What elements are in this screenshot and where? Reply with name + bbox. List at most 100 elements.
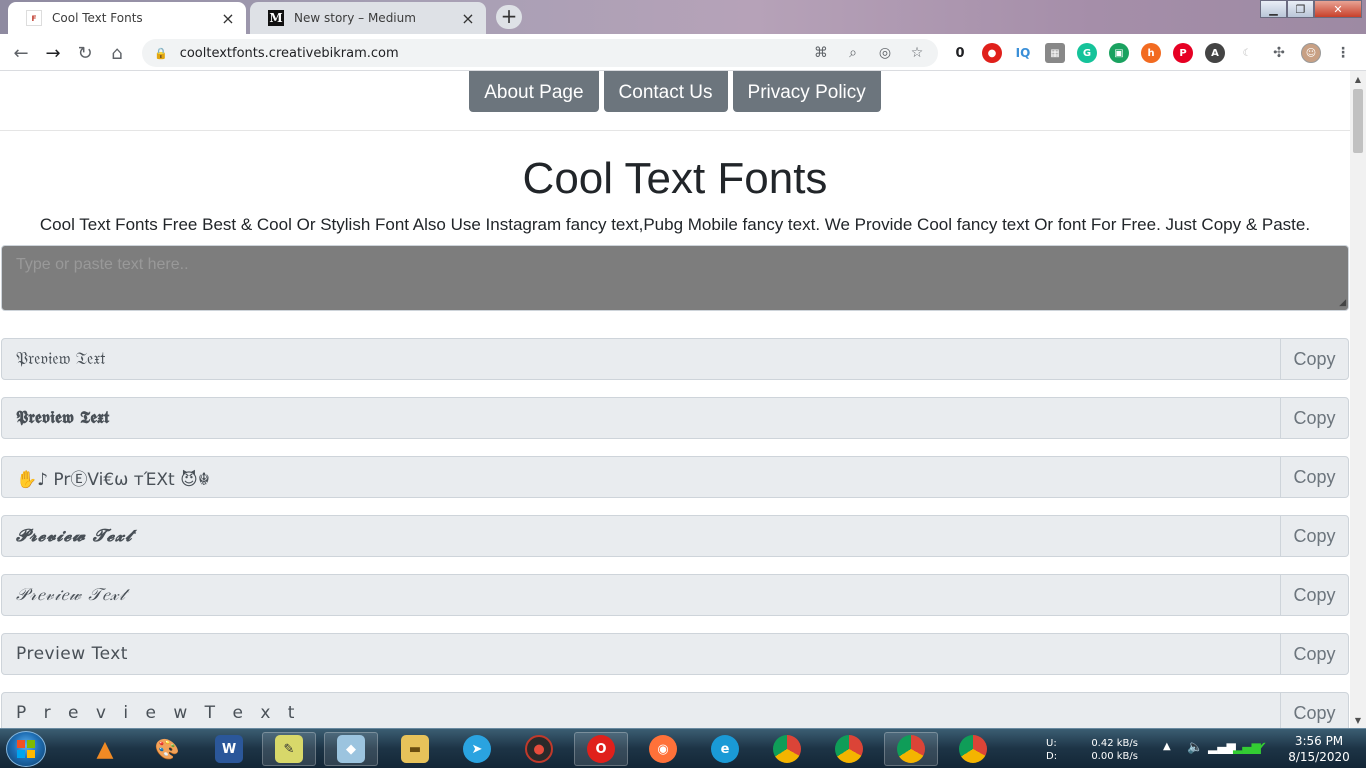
cool-fonts-favicon-icon: ꜰ bbox=[26, 10, 42, 26]
page-scrollbar[interactable]: ▲ ▼ bbox=[1350, 71, 1366, 728]
word-taskbar-icon[interactable]: W bbox=[202, 732, 256, 766]
profile-avatar[interactable]: ☺ bbox=[1301, 43, 1321, 63]
preview-text: P r e v i e w T e x t bbox=[16, 703, 301, 723]
extensions-puzzle-icon[interactable]: ✣ bbox=[1269, 43, 1289, 63]
copy-button[interactable]: Copy bbox=[1280, 634, 1348, 674]
eye-off-icon[interactable]: ◎ bbox=[874, 42, 896, 64]
net-up-value: 0.42 kB/s bbox=[1091, 738, 1138, 749]
page-title: Cool Text Fonts bbox=[522, 154, 828, 203]
scroll-up-arrow-icon[interactable]: ▲ bbox=[1350, 71, 1366, 87]
page-subtitle: Cool Text Fonts Free Best & Cool Or Styl… bbox=[39, 215, 1311, 234]
word-icon: W bbox=[215, 735, 243, 763]
scroll-down-arrow-icon[interactable]: ▼ bbox=[1350, 712, 1366, 728]
preview-text: ✋♪ PrⒺVi€ω тΈXt 😈☬ bbox=[16, 469, 210, 490]
app-taskbar-icon[interactable]: ◆ bbox=[324, 732, 378, 766]
net-speed-values: 0.42 kB/s 0.00 kB/s bbox=[1088, 737, 1138, 777]
copy-button[interactable]: Copy bbox=[1280, 575, 1348, 615]
chrome-profile-1-taskbar-icon[interactable] bbox=[760, 732, 814, 766]
reload-icon[interactable]: ↻ bbox=[72, 40, 98, 66]
shopping-extension-icon[interactable]: ▣ bbox=[1109, 43, 1129, 63]
tray-expand-icon[interactable]: ▲ bbox=[1163, 741, 1171, 781]
tab-close-icon[interactable]: × bbox=[220, 9, 236, 28]
vlc-taskbar-icon[interactable]: ▲ bbox=[78, 732, 132, 766]
preview-text: 𝔓𝔯𝔢𝔳𝔦𝔢𝔴 𝔗𝔢𝔵𝔱 bbox=[16, 349, 106, 369]
preview-text: Preview Text bbox=[16, 644, 128, 664]
edge-icon: e bbox=[711, 735, 739, 763]
telegram-icon: ➤ bbox=[463, 735, 491, 763]
chrome-taskbar-icon[interactable] bbox=[946, 732, 1000, 766]
copy-button[interactable]: Copy bbox=[1280, 516, 1348, 556]
browser-toolbar: ← → ↻ ⌂ 🔒 cooltextfonts.creativebikram.c… bbox=[0, 34, 1366, 71]
edge-taskbar-icon[interactable]: e bbox=[698, 732, 752, 766]
chrome-icon bbox=[959, 735, 987, 763]
explorer-taskbar-icon[interactable]: ▬ bbox=[388, 732, 442, 766]
window-maximize-button[interactable]: ❐ bbox=[1287, 0, 1314, 18]
net-speed-labels: U: D: bbox=[1046, 737, 1057, 777]
adblock-extension-icon[interactable]: ● bbox=[982, 43, 1002, 63]
extension-counter-badge[interactable]: 0 bbox=[950, 43, 970, 63]
moon-extension-icon[interactable]: ☾ bbox=[1237, 43, 1257, 63]
window-close-button[interactable]: ✕ bbox=[1314, 0, 1362, 18]
tab-cool-text-fonts[interactable]: ꜰ Cool Text Fonts × bbox=[8, 2, 246, 34]
firefox-icon: ◉ bbox=[649, 735, 677, 763]
tab-strip: ꜰ Cool Text Fonts × M New story – Medium… bbox=[0, 0, 1366, 34]
url-text[interactable]: cooltextfonts.creativebikram.com bbox=[180, 46, 810, 61]
windows-taskbar: ▲ 🎨 W ✎ ◆ ▬ ➤ ● O ◉ e U: D: 0.42 kB/s 0.… bbox=[0, 728, 1366, 768]
firefox-taskbar-icon[interactable]: ◉ bbox=[636, 732, 690, 766]
windows-logo-icon bbox=[17, 740, 35, 758]
grammarly-extension-icon[interactable]: G bbox=[1077, 43, 1097, 63]
iq-extension-icon[interactable]: IQ bbox=[1013, 43, 1033, 63]
chrome-icon bbox=[835, 735, 863, 763]
tampermonkey-extension-icon[interactable]: ▦ bbox=[1045, 43, 1065, 63]
opera-taskbar-icon[interactable]: O bbox=[574, 732, 628, 766]
tab-close-icon[interactable]: × bbox=[460, 9, 476, 28]
telegram-taskbar-icon[interactable]: ➤ bbox=[450, 732, 504, 766]
notepad-icon: ✎ bbox=[275, 735, 303, 763]
pinterest-extension-icon[interactable]: P bbox=[1173, 43, 1193, 63]
honey-extension-icon[interactable]: h bbox=[1141, 43, 1161, 63]
text-input-placeholder: Type or paste text here.. bbox=[16, 256, 189, 273]
zoom-icon[interactable]: ⌕ bbox=[842, 42, 864, 64]
paint-taskbar-icon[interactable]: 🎨 bbox=[140, 732, 194, 766]
net-down-label: D: bbox=[1046, 751, 1058, 762]
scrollbar-thumb[interactable] bbox=[1353, 89, 1363, 153]
copy-button[interactable]: Copy bbox=[1280, 693, 1348, 728]
window-minimize-button[interactable]: ▁ bbox=[1260, 0, 1287, 18]
volume-icon[interactable]: 🔈 bbox=[1187, 740, 1203, 780]
notepad-taskbar-icon[interactable]: ✎ bbox=[262, 732, 316, 766]
chrome-profile-2-taskbar-icon[interactable] bbox=[822, 732, 876, 766]
preview-row: ✋♪ PrⒺVi€ω тΈXt 😈☬ Copy bbox=[1, 456, 1349, 498]
resize-handle-icon[interactable]: ◢ bbox=[1339, 297, 1346, 308]
start-button[interactable] bbox=[6, 731, 46, 767]
vpn-extension-icon[interactable]: A bbox=[1205, 43, 1225, 63]
opera-icon: O bbox=[587, 735, 615, 763]
copy-button[interactable]: Copy bbox=[1280, 457, 1348, 497]
chrome-active-taskbar-icon[interactable] bbox=[884, 732, 938, 766]
medium-m-icon: M bbox=[268, 10, 284, 26]
bookmark-star-icon[interactable]: ☆ bbox=[906, 42, 928, 64]
address-bar[interactable]: 🔒 cooltextfonts.creativebikram.com ⌘ ⌕ ◎… bbox=[142, 39, 938, 67]
preview-row: 𝒫𝓇𝑒𝓋𝒾𝑒𝓌 𝒯𝑒𝓍𝓉 Copy bbox=[1, 574, 1349, 616]
copy-button[interactable]: Copy bbox=[1280, 339, 1348, 379]
window-app-icon: ◆ bbox=[337, 735, 365, 763]
home-icon[interactable]: ⌂ bbox=[104, 40, 130, 66]
translate-icon[interactable]: ⌘ bbox=[810, 42, 832, 64]
nav-about-button[interactable]: About Page bbox=[469, 71, 599, 112]
copy-button[interactable]: Copy bbox=[1280, 398, 1348, 438]
system-clock[interactable]: 3:56 PM 8/15/2020 bbox=[1284, 733, 1354, 765]
kebab-menu-icon[interactable]: ⋮ bbox=[1333, 43, 1353, 63]
signal-icon[interactable]: ▂▄▆ bbox=[1208, 740, 1236, 780]
new-tab-button[interactable]: + bbox=[496, 5, 522, 29]
text-input-area[interactable]: Type or paste text here.. ◢ bbox=[1, 245, 1349, 311]
back-arrow-icon[interactable]: ← bbox=[8, 40, 34, 66]
folder-icon: ▬ bbox=[401, 735, 429, 763]
lock-icon[interactable]: 🔒 bbox=[154, 47, 168, 60]
nav-privacy-button[interactable]: Privacy Policy bbox=[732, 71, 881, 112]
recorder-taskbar-icon[interactable]: ● bbox=[512, 732, 566, 766]
security-check-icon[interactable]: ✔ bbox=[1256, 740, 1267, 780]
forward-arrow-icon[interactable]: → bbox=[40, 40, 66, 66]
chrome-icon bbox=[897, 735, 925, 763]
nav-contact-button[interactable]: Contact Us bbox=[603, 71, 728, 112]
tab-medium[interactable]: M New story – Medium × bbox=[250, 2, 486, 34]
preview-row: Preview Text Copy bbox=[1, 633, 1349, 675]
